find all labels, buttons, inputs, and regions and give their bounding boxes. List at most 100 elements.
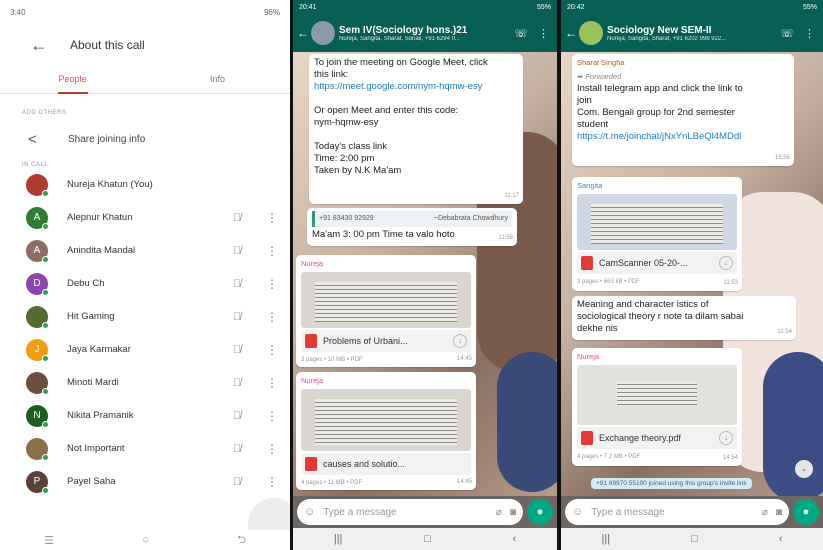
- home-icon[interactable]: ○: [142, 534, 149, 546]
- more-options-icon[interactable]: ⋮: [264, 376, 280, 390]
- emoji-icon[interactable]: ☺: [304, 506, 315, 518]
- group-avatar[interactable]: [311, 21, 335, 45]
- document-thumbnail[interactable]: [577, 365, 737, 425]
- mic-off-icon[interactable]: 🎙̸: [225, 311, 249, 323]
- message-bubble[interactable]: Meaning and character istics of sociolog…: [572, 296, 796, 340]
- more-options-icon[interactable]: ⋮: [264, 409, 280, 423]
- more-options-icon[interactable]: ⋮: [264, 475, 280, 489]
- android-nav-bar: ||| □ ‹: [561, 528, 823, 550]
- download-icon[interactable]: ↓: [453, 334, 467, 348]
- document-message[interactable]: Sangita CamScanner 05-20-... ↓ 3 pages •…: [572, 177, 742, 291]
- mic-off-icon[interactable]: 🎙̸: [225, 410, 249, 422]
- message-input[interactable]: ☺ Type a message ⌀ ◙: [297, 499, 523, 525]
- back-nav-icon[interactable]: ‹: [512, 533, 516, 545]
- online-dot: [42, 189, 49, 197]
- document-row[interactable]: causes and solutio...: [301, 453, 471, 475]
- download-icon[interactable]: ↓: [719, 431, 733, 445]
- recents-icon[interactable]: |||: [334, 533, 343, 545]
- participant-row[interactable]: D Debu Ch 🎙̸ ⋮: [0, 267, 290, 300]
- message-bubble[interactable]: Sharat Singha ➦ Forwarded Install telegr…: [572, 54, 794, 166]
- document-message[interactable]: Nureja causes and solutio... 4 pages • 1…: [296, 372, 476, 490]
- mic-off-icon[interactable]: 🎙̸: [225, 377, 249, 389]
- more-options-icon[interactable]: ⋮: [264, 343, 280, 357]
- message-time: 11:53: [723, 280, 738, 286]
- scroll-down-icon[interactable]: ⌄: [795, 460, 813, 478]
- participant-name: Not Important: [67, 443, 125, 454]
- group-avatar[interactable]: [579, 21, 603, 45]
- mic-icon[interactable]: ●: [793, 499, 819, 525]
- recents-icon[interactable]: ☰: [44, 534, 54, 547]
- document-thumbnail[interactable]: [577, 194, 737, 250]
- document-thumbnail[interactable]: [301, 389, 471, 451]
- message-bubble[interactable]: +91 83430 92929 ~Debabrata Chowdhury Ma'…: [307, 208, 517, 246]
- back-nav-icon[interactable]: ⮌: [237, 531, 246, 550]
- mic-off-icon[interactable]: 🎙̸: [225, 443, 249, 455]
- participant-name: Anindita Mandal: [67, 245, 136, 256]
- pdf-icon: [581, 256, 593, 270]
- document-row[interactable]: Exchange theory.pdf ↓: [577, 427, 737, 449]
- participant-row[interactable]: Nureja Khatun (You): [0, 168, 290, 201]
- more-options-icon[interactable]: ⋮: [264, 244, 280, 258]
- mic-off-icon[interactable]: 🎙̸: [225, 476, 249, 488]
- participant-row[interactable]: J Jaya Karmakar 🎙̸ ⋮: [0, 333, 290, 366]
- sender-name: Nureja: [577, 352, 600, 361]
- recents-icon[interactable]: |||: [602, 533, 611, 545]
- message-bubble[interactable]: To join the meeting on Google Meet, clic…: [309, 54, 523, 204]
- mic-icon[interactable]: ●: [527, 499, 553, 525]
- menu-icon[interactable]: ⋮: [804, 27, 815, 40]
- call-icon[interactable]: ☏: [514, 27, 528, 40]
- online-dot: [42, 288, 49, 296]
- more-options-icon[interactable]: ⋮: [264, 310, 280, 324]
- online-dot: [42, 255, 49, 263]
- tab-people[interactable]: People: [0, 66, 145, 93]
- camera-icon[interactable]: ◙: [510, 507, 516, 518]
- message-input[interactable]: ☺ Type a message ⌀ ◙: [565, 499, 789, 525]
- more-options-icon[interactable]: ⋮: [264, 211, 280, 225]
- back-arrow-icon[interactable]: ←: [30, 35, 70, 56]
- attach-icon[interactable]: ⌀: [496, 507, 502, 518]
- participant-row[interactable]: Minoti Mardi 🎙̸ ⋮: [0, 366, 290, 399]
- emoji-icon[interactable]: ☺: [572, 506, 583, 518]
- download-icon[interactable]: ↓: [719, 256, 733, 270]
- mic-off-icon[interactable]: 🎙̸: [225, 344, 249, 356]
- mic-off-icon[interactable]: 🎙̸: [225, 245, 249, 257]
- home-icon[interactable]: □: [691, 533, 698, 545]
- home-icon[interactable]: □: [424, 533, 431, 545]
- back-arrow-icon[interactable]: ←: [565, 26, 577, 40]
- document-thumbnail[interactable]: [301, 272, 471, 328]
- document-row[interactable]: CamScanner 05-20-... ↓: [577, 252, 737, 274]
- participant-row[interactable]: N Nikita Pramanik 🎙̸ ⋮: [0, 399, 290, 432]
- camera-icon[interactable]: ◙: [776, 507, 782, 518]
- attach-icon[interactable]: ⌀: [762, 507, 768, 518]
- meet-link[interactable]: https://meet.google.com/nym-hqmw-esy: [314, 81, 518, 93]
- document-meta: 4 pages • 11 MB • PDF: [301, 480, 363, 486]
- document-message[interactable]: Nureja Exchange theory.pdf ↓ 4 pages • 7…: [572, 348, 742, 466]
- chat-title-block[interactable]: Sem IV(Sociology hons.)21 Nureja, Sangit…: [339, 25, 514, 42]
- menu-icon[interactable]: ⋮: [538, 27, 549, 40]
- telegram-link[interactable]: https://t.me/joinchat/jNxYnLBeQl4MDdl: [577, 131, 789, 143]
- chat-area[interactable]: To join the meeting on Google Meet, clic…: [293, 52, 557, 496]
- more-options-icon[interactable]: ⋮: [264, 277, 280, 291]
- mic-off-icon[interactable]: 🎙̸: [225, 212, 249, 224]
- more-options-icon[interactable]: ⋮: [264, 442, 280, 456]
- sender-name: Nureja: [301, 259, 324, 268]
- participant-row[interactable]: A Anindita Mandal 🎙̸ ⋮: [0, 234, 290, 267]
- chat-area[interactable]: Sharat Singha ➦ Forwarded Install telegr…: [561, 52, 823, 496]
- participant-row[interactable]: Not Important 🎙̸ ⋮: [0, 432, 290, 465]
- document-row[interactable]: Problems of Urbani... ↓: [301, 330, 471, 352]
- share-joining-info[interactable]: < Share joining info: [0, 122, 290, 156]
- back-nav-icon[interactable]: ‹: [779, 533, 783, 545]
- tab-info[interactable]: Info: [145, 66, 290, 93]
- call-icon[interactable]: ☏: [780, 27, 794, 40]
- participant-list: Nureja Khatun (You) A Alepnur Khatun 🎙̸ ⋮ A An…: [0, 168, 290, 498]
- document-message[interactable]: Nureja Problems of Urbani... ↓ 3 pages •…: [296, 255, 476, 367]
- chat-title-block[interactable]: Sociology New SEM-II Nureja, Sangita, Sh…: [607, 25, 780, 42]
- quoted-reply[interactable]: +91 83430 92929 ~Debabrata Chowdhury: [312, 211, 512, 227]
- back-arrow-icon[interactable]: ←: [297, 26, 309, 40]
- wallpaper-figure: [763, 352, 823, 496]
- quoted-number: +91 83430 92929: [319, 215, 374, 222]
- participant-row[interactable]: A Alepnur Khatun 🎙̸ ⋮: [0, 201, 290, 234]
- participant-row[interactable]: P Payel Saha 🎙̸ ⋮: [0, 465, 290, 498]
- mic-off-icon[interactable]: 🎙̸: [225, 278, 249, 290]
- participant-row[interactable]: Hit Gaming 🎙̸ ⋮: [0, 300, 290, 333]
